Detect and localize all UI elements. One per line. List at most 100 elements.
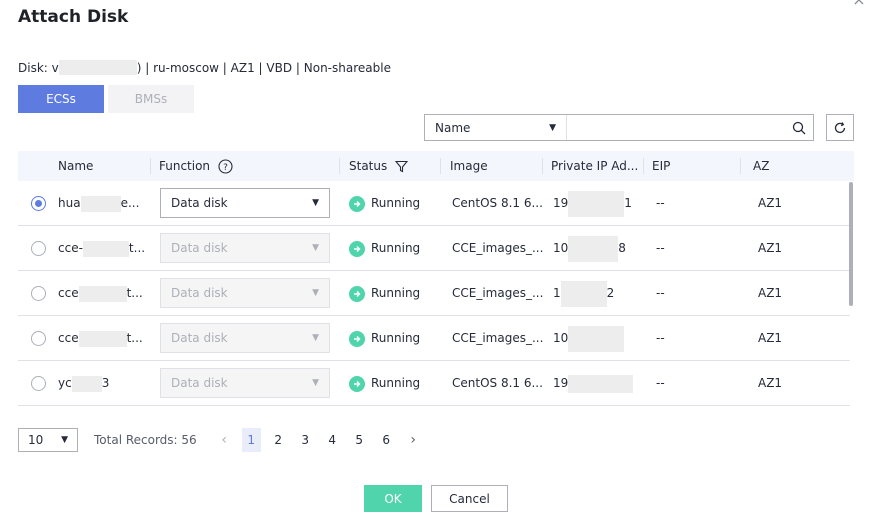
server-name: cce t... <box>58 316 148 361</box>
status-cell: Running <box>349 361 420 406</box>
tab-ecss[interactable]: ECSs <box>18 85 104 113</box>
column-header-private-ip: Private IP Ad... <box>551 159 639 173</box>
running-status-icon <box>349 330 365 347</box>
private-ip-prefix: 19 <box>553 376 569 390</box>
eip: -- <box>656 241 665 255</box>
server-name: hua e... <box>58 181 148 226</box>
close-icon[interactable]: × <box>850 0 868 10</box>
private-ip-suffix: 8 <box>618 241 626 255</box>
server-name: cce-t... <box>58 226 148 271</box>
pagination: 10 ▼ Total Records: 56 ‹ 1 2 3 4 5 6 › <box>18 428 431 452</box>
search-icon[interactable] <box>785 115 813 140</box>
row-radio[interactable] <box>31 286 46 301</box>
column-header-status: Status <box>341 151 409 181</box>
private-ip: 19 1 <box>553 181 633 226</box>
image-name: CCE_images_... <box>452 241 544 255</box>
refresh-icon <box>834 121 846 133</box>
ok-button[interactable]: OK <box>364 485 422 512</box>
table-row[interactable]: cce t... Data disk ▼ Running CCE_images_.… <box>18 316 850 361</box>
column-header-az: AZ <box>753 159 770 173</box>
running-status-icon <box>349 240 365 257</box>
redacted-mask <box>78 330 127 347</box>
image-name: CCE_images_... <box>452 286 544 300</box>
page-size-select[interactable]: 10 ▼ <box>18 428 78 452</box>
redacted-mask <box>78 285 127 302</box>
tab-bmss[interactable]: BMSs <box>108 85 194 113</box>
redacted-mask <box>568 325 625 352</box>
status-cell: Running <box>349 181 420 226</box>
function-select: Data disk ▼ <box>160 323 330 353</box>
function-value: Data disk <box>171 376 228 390</box>
pager: ‹ 1 2 3 4 5 6 › <box>215 428 431 452</box>
row-radio[interactable] <box>31 331 46 346</box>
disk-info-suffix: ) | ru-moscow | AZ1 | VBD | Non-shareabl… <box>136 60 391 75</box>
function-value: Data disk <box>171 331 228 345</box>
caret-down-icon: ▼ <box>312 243 319 253</box>
function-select[interactable]: Data disk ▼ <box>160 188 330 218</box>
status-text: Running <box>371 286 421 300</box>
image-name: CentOS 8.1 6... <box>452 376 543 390</box>
page-3[interactable]: 3 <box>296 428 315 452</box>
server-name-suffix: t... <box>126 286 143 300</box>
row-radio[interactable] <box>31 241 46 256</box>
function-value: Data disk <box>171 241 228 255</box>
page-6[interactable]: 6 <box>377 428 396 452</box>
function-select: Data disk ▼ <box>160 278 330 308</box>
table-scrollbar[interactable] <box>849 182 853 306</box>
redacted-mask <box>82 240 129 257</box>
column-header-function-label: Function <box>159 159 211 173</box>
server-name-suffix: t... <box>128 241 146 255</box>
prev-page-icon[interactable]: ‹ <box>215 428 234 452</box>
row-radio[interactable] <box>31 376 46 391</box>
row-radio[interactable] <box>31 196 46 211</box>
table-row[interactable]: yc 3 Data disk ▼ Running CentOS 8.1 6... … <box>18 361 850 406</box>
filter-icon[interactable] <box>395 160 409 173</box>
table-row-partial <box>18 406 850 411</box>
table-row[interactable]: hua e... Data disk ▼ Running CentOS 8.1 6… <box>18 181 850 226</box>
private-ip-prefix: 19 <box>553 196 569 210</box>
server-name-prefix: cce- <box>58 241 83 255</box>
cancel-button[interactable]: Cancel <box>431 485 508 512</box>
eip: -- <box>656 286 665 300</box>
private-ip: 10 <box>553 316 633 361</box>
eip: -- <box>656 331 665 345</box>
search-bar: Name ▼ <box>424 114 814 141</box>
redacted-mask <box>568 374 633 393</box>
redacted-mask <box>71 375 102 392</box>
column-header-function: Function ? <box>151 151 233 181</box>
running-status-icon <box>349 195 365 212</box>
eip: -- <box>656 376 665 390</box>
caret-down-icon: ▼ <box>549 122 556 133</box>
page-4[interactable]: 4 <box>323 428 342 452</box>
caret-down-icon: ▼ <box>312 378 319 388</box>
eip: -- <box>656 196 665 210</box>
private-ip: 12 <box>553 271 633 316</box>
redacted-mask <box>560 280 607 307</box>
search-field-select[interactable]: Name ▼ <box>425 115 567 140</box>
page-1[interactable]: 1 <box>241 428 261 452</box>
private-ip-prefix: 10 <box>553 331 569 345</box>
function-value: Data disk <box>171 196 228 210</box>
private-ip: 19 <box>553 361 633 406</box>
column-divider <box>740 158 741 174</box>
function-select: Data disk ▼ <box>160 368 330 398</box>
image-name: CentOS 8.1 6... <box>452 196 543 210</box>
status-cell: Running <box>349 271 420 316</box>
help-icon[interactable]: ? <box>218 158 233 174</box>
caret-down-icon: ▼ <box>312 333 319 343</box>
column-divider <box>440 158 441 174</box>
private-ip-prefix: 10 <box>553 241 569 255</box>
page-5[interactable]: 5 <box>350 428 369 452</box>
private-ip-suffix: 1 <box>624 196 632 210</box>
table-row[interactable]: cce t... Data disk ▼ Running CCE_images_.… <box>18 271 850 316</box>
page-2[interactable]: 2 <box>269 428 288 452</box>
refresh-button[interactable] <box>826 114 854 141</box>
total-records: Total Records: 56 <box>94 433 197 447</box>
svg-text:?: ? <box>223 163 228 173</box>
az: AZ1 <box>758 196 783 210</box>
caret-down-icon: ▼ <box>61 435 68 445</box>
next-page-icon[interactable]: › <box>404 428 423 452</box>
server-name-prefix: yc <box>58 376 72 390</box>
table-row[interactable]: cce-t... Data disk ▼ Running CCE_images_… <box>18 226 850 271</box>
search-input[interactable] <box>567 115 785 140</box>
